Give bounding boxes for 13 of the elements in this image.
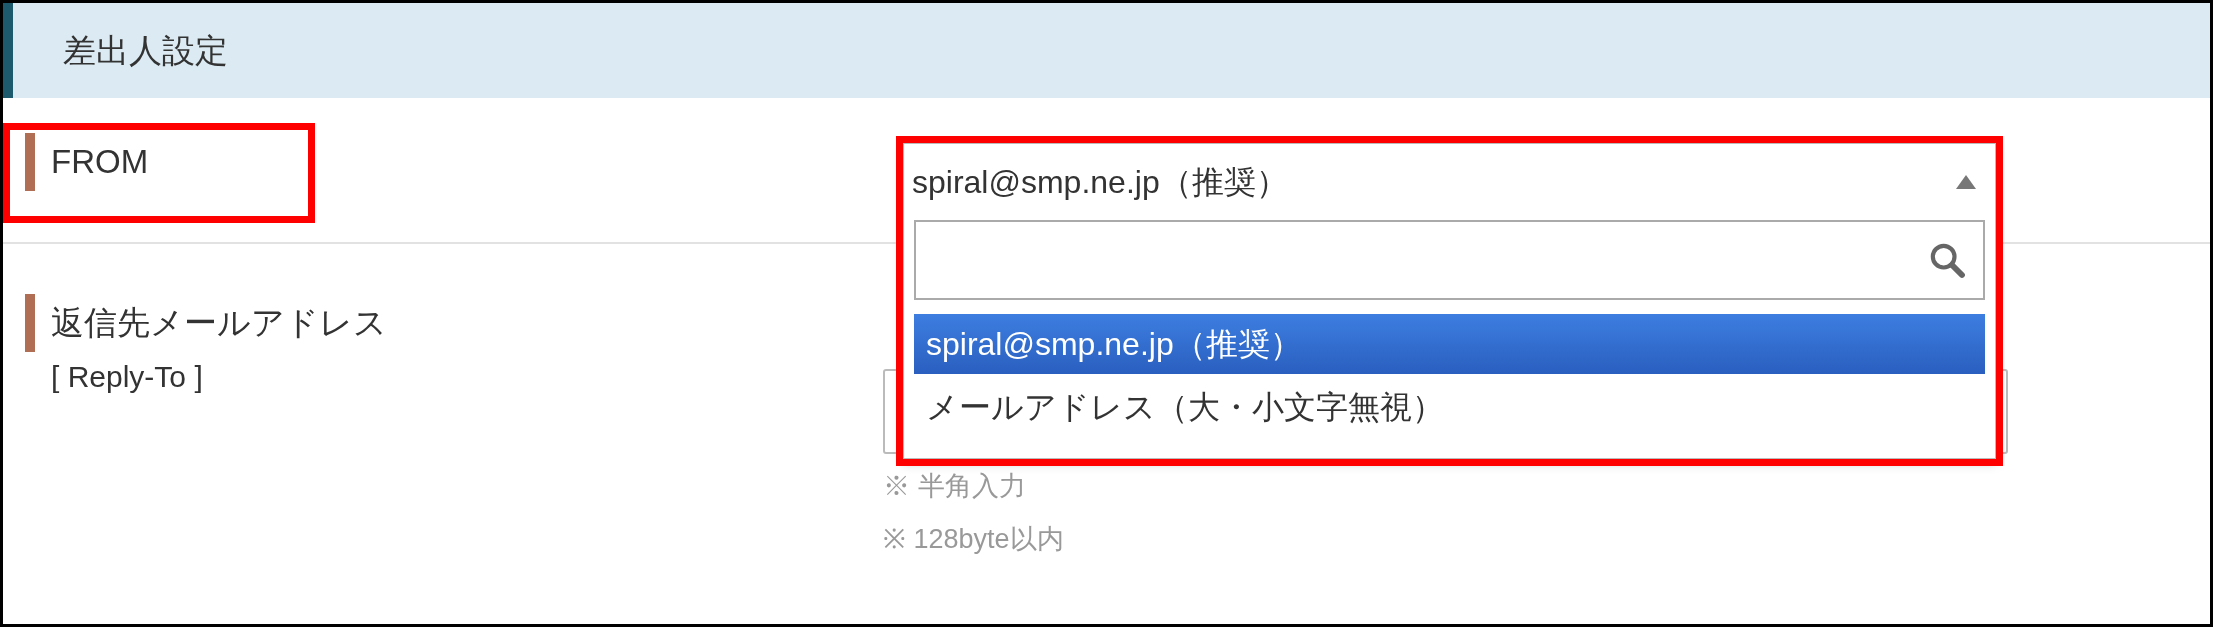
search-field[interactable] [914,220,1985,300]
accent-bar [25,294,35,352]
dropdown-option[interactable]: spiral@smp.ne.jp（推奨） [914,314,1985,374]
caret-icon [1955,174,1977,190]
hint-text: ※ 128byte以内 [883,522,1065,556]
field-label: 返信先メールアドレス [51,303,387,343]
select-box[interactable]: spiral@smp.ne.jp（推奨） [904,144,1995,220]
hint-text: ※ 半角入力 [883,470,1027,503]
field-sublabel: [ Reply-To ] [51,359,204,395]
dropdown-option[interactable]: メールアドレス（大・小文字無視） [914,374,1985,440]
field-label: FROM [51,142,149,182]
accent-bar [25,133,35,191]
section-title: 差出人設定 [63,30,228,71]
